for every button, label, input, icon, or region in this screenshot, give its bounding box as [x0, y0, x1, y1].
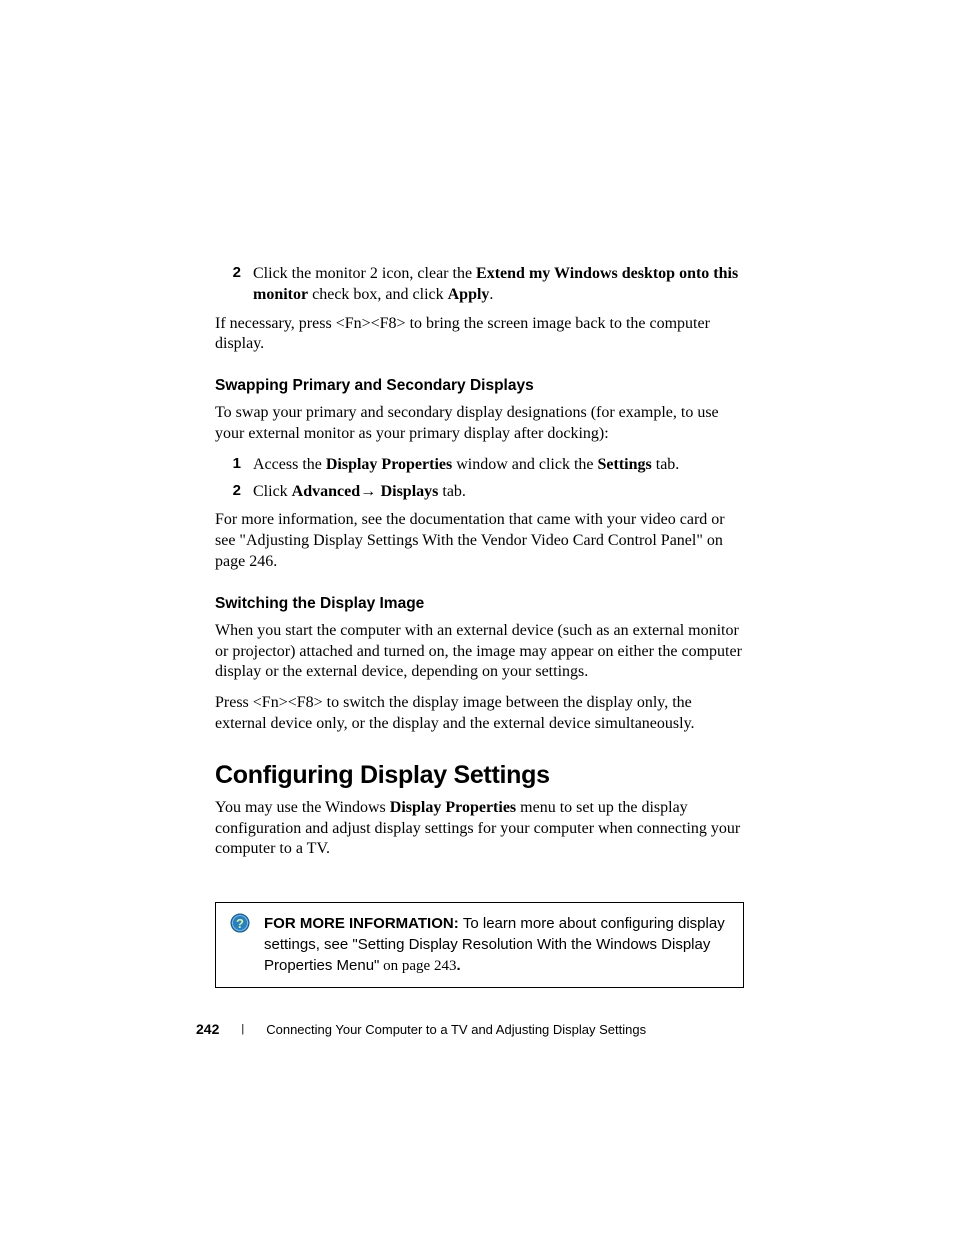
text: Click	[253, 483, 292, 500]
page-reference: on page 243	[379, 958, 456, 974]
bold-text: Apply	[448, 286, 490, 303]
step-body: Click the monitor 2 icon, clear the Exte…	[253, 264, 744, 306]
text: Click the monitor 2 icon, clear the	[253, 265, 476, 282]
bold-text: Advanced	[292, 483, 360, 500]
heading-configuring-display-settings: Configuring Display Settings	[215, 761, 744, 790]
paragraph: When you start the computer with an exte…	[215, 621, 744, 683]
heading-swapping-displays: Swapping Primary and Secondary Displays	[215, 377, 744, 395]
list-item-step-2: 2 Click Advanced→ Displays tab.	[215, 482, 744, 503]
info-box: ? FOR MORE INFORMATION: To learn more ab…	[215, 902, 744, 988]
list-item-step-2: 2 Click the monitor 2 icon, clear the Ex…	[215, 264, 744, 306]
step-body: Access the Display Properties window and…	[253, 455, 744, 476]
bold-text: Display Properties	[390, 799, 516, 816]
heading-switching-image: Switching the Display Image	[215, 595, 744, 613]
text: .	[489, 286, 493, 303]
text: tab.	[652, 456, 680, 473]
paragraph: For more information, see the documentat…	[215, 510, 744, 572]
list-item-step-1: 1 Access the Display Properties window a…	[215, 455, 744, 476]
page-content: 2 Click the monitor 2 icon, clear the Ex…	[0, 0, 954, 988]
paragraph: To swap your primary and secondary displ…	[215, 403, 744, 445]
text: window and click the	[452, 456, 597, 473]
step-number: 2	[215, 482, 253, 503]
separator-icon: |	[241, 1023, 244, 1035]
bold-text: Settings	[598, 456, 652, 473]
paragraph: If necessary, press <Fn><F8> to bring th…	[215, 314, 744, 356]
text: Access the	[253, 456, 326, 473]
text: .	[456, 957, 460, 974]
bold-text: Display Properties	[326, 456, 452, 473]
info-label: FOR MORE INFORMATION:	[264, 915, 463, 932]
paragraph: Press <Fn><F8> to switch the display ima…	[215, 693, 744, 735]
text: check box, and click	[308, 286, 448, 303]
text: You may use the Windows	[215, 799, 390, 816]
page-footer: 242 | Connecting Your Computer to a TV a…	[196, 1021, 646, 1037]
step-body: Click Advanced→ Displays tab.	[253, 482, 744, 503]
text: tab.	[438, 483, 466, 500]
bold-text: Displays	[381, 483, 439, 500]
question-mark-icon: ?	[230, 913, 250, 933]
step-number: 1	[215, 455, 253, 476]
page-number: 242	[196, 1021, 219, 1037]
footer-title: Connecting Your Computer to a TV and Adj…	[266, 1022, 646, 1037]
svg-text:?: ?	[236, 916, 244, 931]
paragraph: You may use the Windows Display Properti…	[215, 798, 744, 860]
step-number: 2	[215, 264, 253, 306]
arrow-icon: →	[360, 483, 380, 500]
